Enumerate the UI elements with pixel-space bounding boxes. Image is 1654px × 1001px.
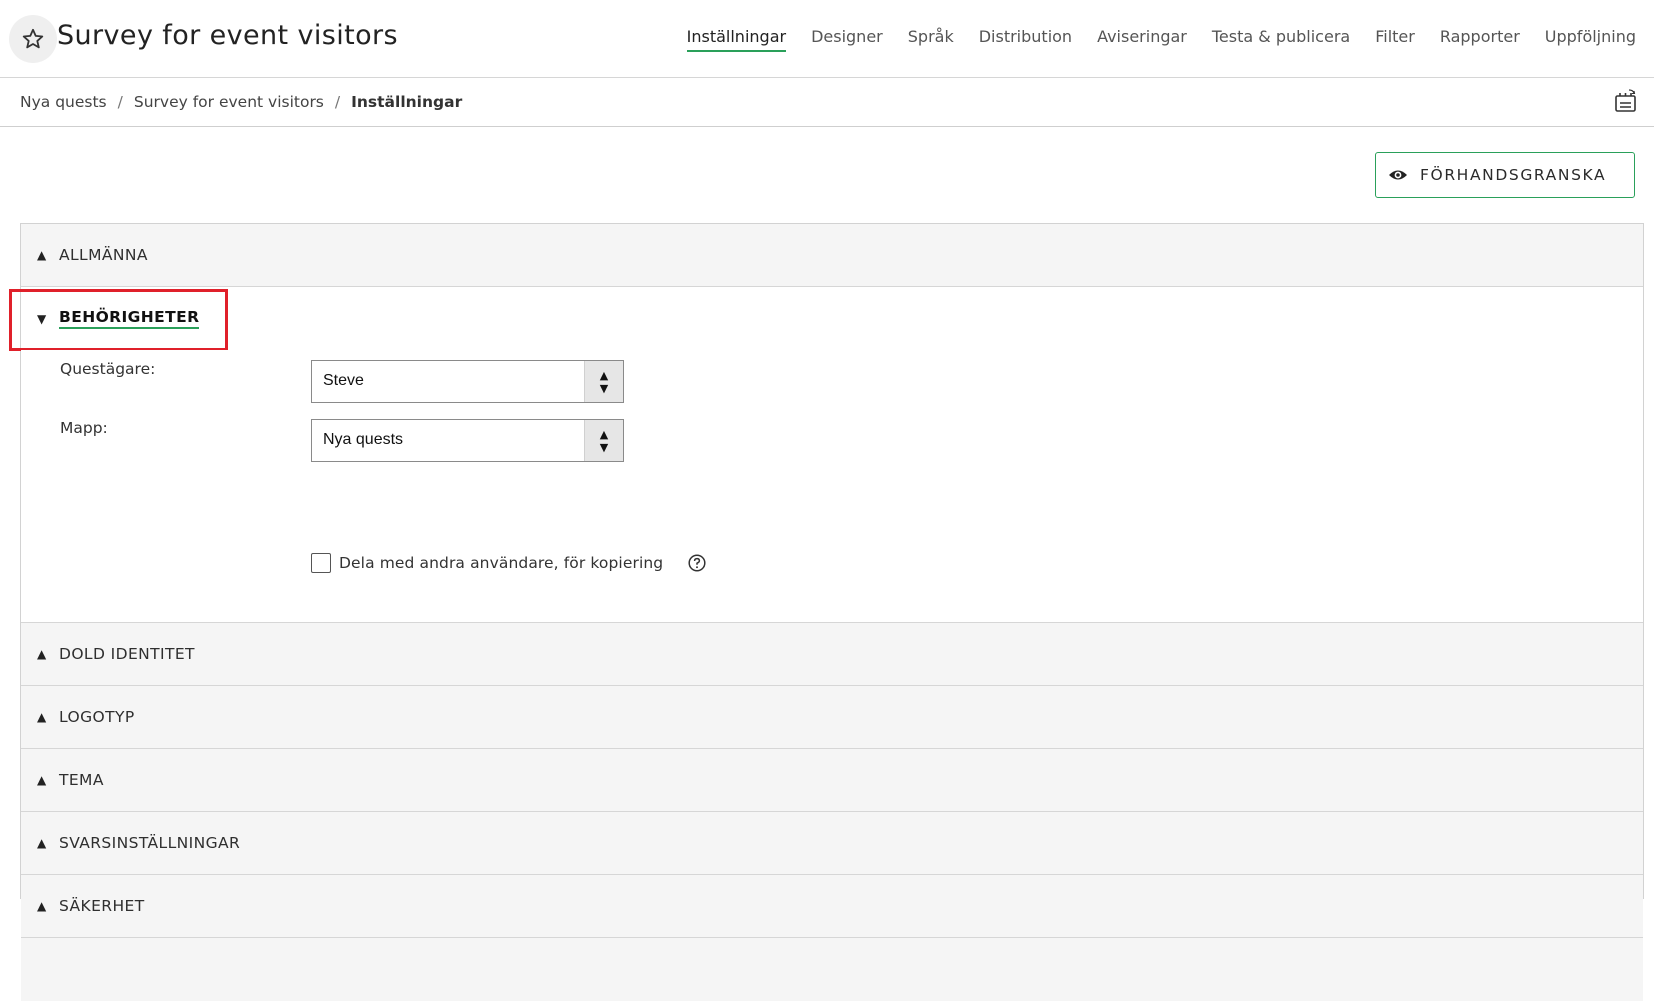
section-title: DOLD IDENTITET — [59, 645, 195, 663]
nav-tab-aviseringar[interactable]: Aviseringar — [1097, 27, 1187, 52]
nav-tab-sprak[interactable]: Språk — [908, 27, 954, 52]
app-header: Survey for event visitors Inställningar … — [0, 0, 1654, 78]
share-checkbox-label[interactable]: Dela med andra användare, för kopiering — [339, 554, 663, 572]
collapse-arrow-icon: ▲ — [37, 899, 47, 913]
eye-icon — [1389, 170, 1407, 180]
breadcrumb-bar: Nya quests / Survey for event visitors /… — [0, 78, 1654, 127]
breadcrumb: Nya quests / Survey for event visitors /… — [20, 93, 462, 111]
owner-select-value: Steve — [323, 372, 364, 389]
translate-icon[interactable] — [1612, 87, 1640, 115]
collapse-arrow-icon: ▲ — [37, 248, 47, 262]
breadcrumb-item-nya-quests[interactable]: Nya quests — [20, 93, 107, 111]
breadcrumb-current: Inställningar — [351, 93, 463, 111]
breadcrumb-separator: / — [117, 93, 123, 111]
section-header-behorigheter[interactable]: ▼ BEHÖRIGHETER — [9, 287, 1643, 351]
collapse-arrow-icon: ▲ — [37, 710, 47, 724]
permissions-panel: Questägare: Steve ▲ ▼ Mapp: Nya quests ▲ ▼… — [21, 350, 1643, 623]
section-header-logotyp[interactable]: ▲ LOGOTYP — [21, 686, 1643, 749]
breadcrumb-item-survey[interactable]: Survey for event visitors — [134, 93, 324, 111]
section-title: SÄKERHET — [59, 897, 145, 915]
section-header-dold-identitet[interactable]: ▲ DOLD IDENTITET — [21, 623, 1643, 686]
preview-button[interactable]: FÖRHANDSGRANSKA — [1375, 152, 1635, 198]
section-title: ALLMÄNNA — [59, 246, 148, 264]
favorite-star-button[interactable] — [9, 15, 57, 63]
share-checkbox[interactable] — [311, 553, 331, 573]
section-title: SVARSINSTÄLLNINGAR — [59, 834, 241, 852]
owner-select[interactable]: Steve ▲ ▼ — [311, 360, 624, 403]
star-icon — [22, 28, 44, 49]
section-title: LOGOTYP — [59, 708, 135, 726]
nav-tab-filter[interactable]: Filter — [1375, 27, 1415, 52]
nav-tab-rapporter[interactable]: Rapporter — [1440, 27, 1520, 52]
breadcrumb-separator: / — [334, 93, 341, 111]
section-title: TEMA — [59, 771, 104, 789]
share-option-row: Dela med andra användare, för kopiering — [311, 553, 706, 573]
expand-arrow-icon: ▼ — [37, 311, 47, 326]
collapse-arrow-icon: ▲ — [37, 647, 47, 661]
section-header-sakerhet[interactable]: ▲ SÄKERHET — [21, 875, 1643, 938]
nav-tab-designer[interactable]: Designer — [811, 27, 883, 52]
nav-tab-installningar[interactable]: Inställningar — [686, 27, 787, 52]
page-title: Survey for event visitors — [57, 20, 399, 51]
nav-tab-uppfoljning[interactable]: Uppföljning — [1545, 27, 1636, 52]
owner-label: Questägare: — [60, 360, 156, 378]
collapse-arrow-icon: ▲ — [37, 836, 47, 850]
folder-select[interactable]: Nya quests ▲ ▼ — [311, 419, 624, 462]
folder-label: Mapp: — [60, 419, 108, 437]
nav-tab-distribution[interactable]: Distribution — [979, 27, 1072, 52]
section-header-svarsinstallningar[interactable]: ▲ SVARSINSTÄLLNINGAR — [21, 812, 1643, 875]
collapse-arrow-icon: ▲ — [37, 773, 47, 787]
select-spinner-icon: ▲ ▼ — [584, 361, 623, 402]
help-icon[interactable] — [688, 554, 706, 572]
section-title: BEHÖRIGHETER — [59, 308, 200, 329]
section-header-tema[interactable]: ▲ TEMA — [21, 749, 1643, 812]
section-header-partial[interactable] — [21, 938, 1643, 1001]
section-header-allmanna[interactable]: ▲ ALLMÄNNA — [21, 224, 1643, 287]
main-nav: Inställningar Designer Språk Distributio… — [686, 27, 1636, 52]
preview-button-label: FÖRHANDSGRANSKA — [1420, 166, 1607, 184]
settings-accordion: ▲ ALLMÄNNA ▼ BEHÖRIGHETER Questägare: St… — [9, 223, 1644, 1001]
nav-tab-testa-publicera[interactable]: Testa & publicera — [1212, 27, 1350, 52]
select-spinner-icon: ▲ ▼ — [584, 420, 623, 461]
folder-select-value: Nya quests — [323, 431, 404, 448]
